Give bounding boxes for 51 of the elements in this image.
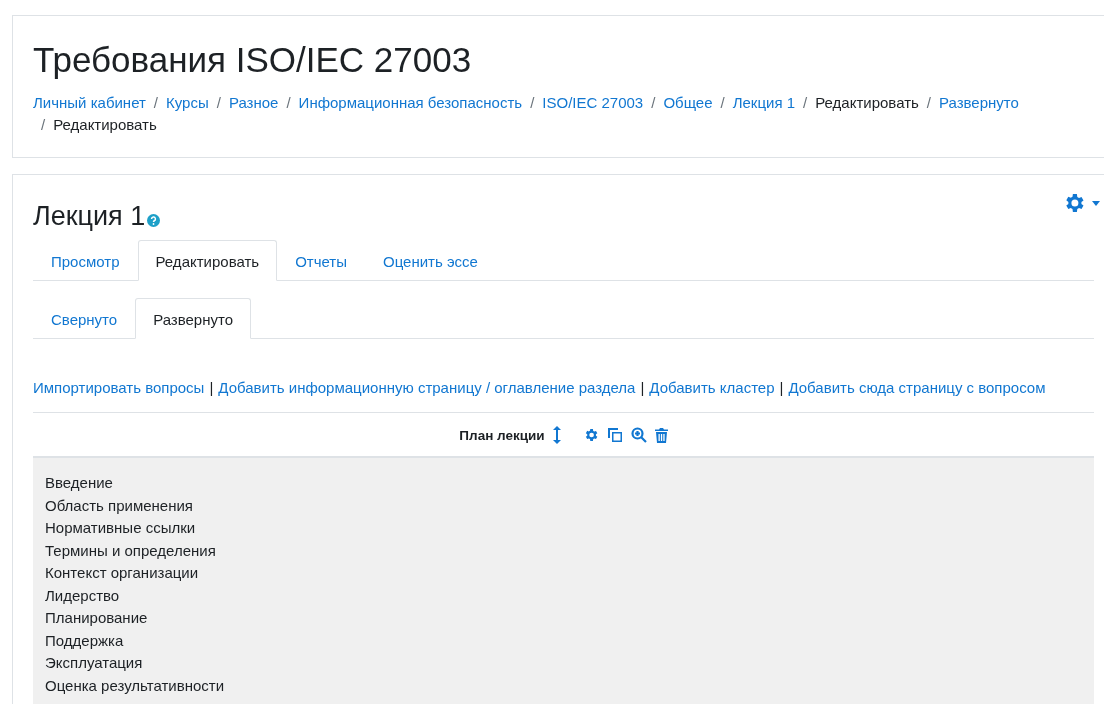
tab[interactable]: Развернуто [135, 298, 252, 339]
breadcrumb-link[interactable]: Курсы [166, 94, 209, 111]
contents-item: Область применения [45, 495, 194, 516]
page-title-label: План лекции [459, 427, 545, 443]
breadcrumb-separator: / [216, 94, 221, 111]
contents-item: Поддержка [45, 630, 125, 651]
breadcrumb-separator: / [926, 94, 931, 111]
breadcrumb-link[interactable]: Разное [228, 94, 279, 111]
action-link[interactable]: Добавить информационную страницу / оглавление раздела [218, 379, 636, 396]
contents-item: Введение [45, 473, 114, 493]
breadcrumb-separator: / [530, 94, 535, 111]
contents-item: Контекст организации [45, 563, 200, 583]
breadcrumb-link[interactable]: Развернуто [939, 94, 1019, 111]
contents-item: Лидерство [45, 585, 121, 606]
help-icon[interactable] [147, 214, 161, 227]
zoom-in-icon[interactable] [630, 427, 647, 443]
copy-icon[interactable] [606, 427, 623, 443]
trash-icon[interactable] [654, 427, 668, 443]
breadcrumb-link[interactable]: Общее [663, 94, 713, 111]
breadcrumb-link[interactable]: ISO/IEC 27003 [542, 94, 644, 111]
breadcrumb-separator: / [41, 116, 46, 133]
breadcrumb-separator: / [153, 94, 159, 111]
contents-item: Эксплуатация [45, 653, 144, 673]
link-separator: | [779, 379, 784, 396]
contents-item: Планирование [45, 608, 149, 628]
link-separator: | [209, 379, 214, 396]
link-separator: | [640, 379, 645, 396]
tab[interactable]: Оценить эссе [365, 240, 496, 281]
breadcrumb-link[interactable]: Лекция 1 [732, 94, 796, 111]
tab[interactable]: Отчеты [277, 240, 365, 281]
contents-item: Нормативные ссылки [45, 518, 197, 538]
breadcrumb-link[interactable]: Личный кабинет [33, 94, 146, 111]
caret-icon[interactable] [1092, 200, 1100, 206]
tab[interactable]: Свернуто [33, 298, 136, 339]
breadcrumb-separator: / [286, 94, 291, 111]
move-icon[interactable] [552, 426, 561, 444]
breadcrumb-separator: / [720, 94, 725, 111]
lesson-title: Лекция 1 [33, 201, 146, 232]
tab[interactable]: Редактировать [137, 240, 278, 281]
tab[interactable]: Просмотр [33, 240, 138, 281]
breadcrumb-separator: / [651, 94, 656, 111]
breadcrumb-link[interactable]: Информационная безопасность [298, 94, 523, 111]
action-link[interactable]: Добавить кластер [649, 379, 775, 396]
action-link[interactable]: Добавить сюда страницу с вопросом [788, 379, 1046, 396]
breadcrumb-separator: / [803, 94, 808, 111]
breadcrumb-current: Редактировать [53, 116, 157, 133]
contents-item: Оценка результативности [45, 675, 226, 696]
contents-item: Термины и определения [45, 540, 217, 561]
breadcrumb-current: Редактировать [815, 94, 919, 111]
action-link[interactable]: Импортировать вопросы [33, 379, 205, 396]
page-title: Требования ISO/IEC 27003 [33, 40, 473, 80]
